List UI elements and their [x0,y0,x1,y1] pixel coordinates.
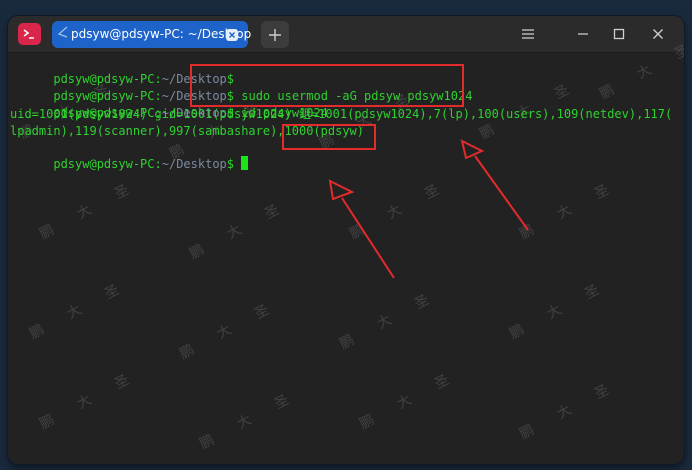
arrow-to-group [328,179,395,279]
arrow-to-command [460,139,529,231]
annotation-arrows [328,139,529,279]
